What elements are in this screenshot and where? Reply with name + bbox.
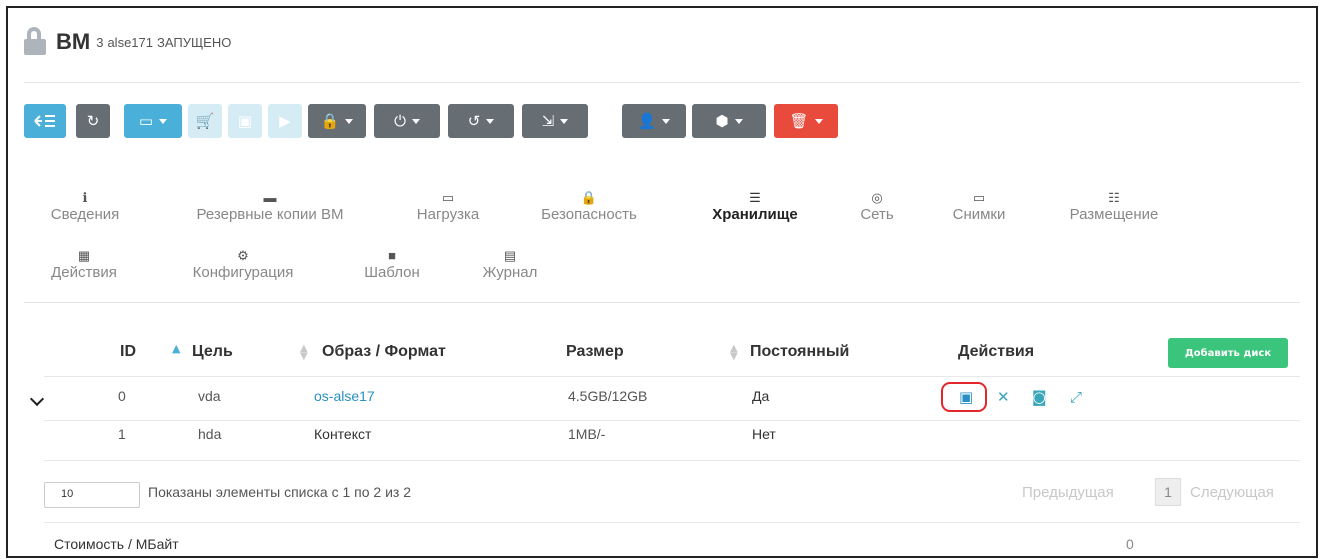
save-icon: ▣	[237, 112, 253, 130]
tab-storage[interactable]: ☰ Хранилище	[700, 190, 810, 223]
disk-persistent: Да	[752, 388, 770, 404]
divider	[44, 522, 1300, 523]
divider	[24, 302, 1300, 303]
console-dropdown-button[interactable]: ▭	[124, 104, 182, 138]
vm-name: alse171	[107, 34, 153, 50]
camera-icon[interactable]: ◙	[1032, 389, 1047, 405]
delete-dropdown-button[interactable]: 🗑	[774, 104, 838, 138]
lock-dropdown-button[interactable]: 🔒	[308, 104, 366, 138]
tab-network[interactable]: ◎ Сеть	[852, 190, 902, 223]
column-header-id[interactable]: ID	[120, 343, 136, 361]
tab-load[interactable]: ▭ Нагрузка	[402, 190, 494, 223]
next-page-link[interactable]: Следующая	[1190, 484, 1274, 501]
cost-label: Стоимость / МБайт	[54, 536, 179, 552]
tab-security[interactable]: 🔒 Безопасность	[524, 190, 654, 223]
info-icon: ℹ	[82, 190, 88, 205]
back-to-list-button[interactable]	[24, 104, 66, 138]
sort-icon: ▲ ▼	[300, 343, 308, 362]
disk-size: 4.5GB/12GB	[568, 388, 648, 404]
user-icon: 👤	[637, 112, 657, 130]
tab-configuration[interactable]: ⚙ Конфигурация	[176, 248, 310, 281]
disk-target: hda	[198, 426, 222, 442]
back-list-icon	[34, 115, 55, 127]
cart-icon: 🛒	[195, 112, 215, 130]
disk-id: 1	[118, 426, 126, 442]
tab-placement[interactable]: ☷ Размещение	[1058, 190, 1170, 223]
column-header-size[interactable]: Размер	[566, 343, 624, 361]
laptop-icon: ▭	[441, 190, 455, 205]
disk-persistent: Нет	[752, 426, 776, 442]
calendar-icon: ▦	[77, 248, 91, 263]
tab-backups[interactable]: ▬ Резервные копии ВМ	[176, 190, 364, 223]
page-size-select[interactable]: 10	[44, 482, 140, 508]
list-info: Показаны элементы списка с 1 по 2 из 2	[148, 484, 412, 500]
save-as-button[interactable]: ▣	[228, 104, 262, 138]
rotate-icon: ↺	[467, 112, 481, 130]
unlock-icon	[24, 27, 50, 57]
vm-title: ВМ	[56, 29, 91, 54]
trash-icon: 🗑	[789, 112, 809, 130]
column-header-persistent[interactable]: Постоянный	[750, 343, 849, 361]
disk-image: Контекст	[314, 426, 372, 442]
tab-actions[interactable]: ▦ Действия	[38, 248, 130, 281]
divider	[44, 420, 1300, 421]
cost-value: 0	[1126, 536, 1134, 552]
save-disk-icon[interactable]: ▣	[959, 389, 973, 405]
divider	[44, 376, 1300, 377]
sitemap-icon: ☷	[1108, 190, 1120, 205]
divider	[24, 82, 1300, 83]
vm-state-badge: ЗАПУЩЕНО	[157, 34, 232, 50]
user-dropdown-button[interactable]: 👤	[622, 104, 686, 138]
prev-page-link[interactable]: Предыдущая	[1022, 484, 1114, 501]
lock-icon: 🔒	[320, 112, 340, 130]
column-header-target[interactable]: Цель	[192, 343, 233, 361]
file-text-icon: ▤	[503, 248, 517, 263]
divider	[44, 460, 1300, 461]
refresh-icon: ↻	[86, 112, 100, 130]
labels-dropdown-button[interactable]: ⬢	[692, 104, 766, 138]
power-dropdown-button[interactable]: ⏻	[374, 104, 440, 138]
gear-icon: ⚙	[237, 248, 249, 263]
lock-icon: 🔒	[580, 190, 598, 205]
column-header-actions: Действия	[958, 343, 1035, 360]
disk-target: vda	[198, 388, 221, 404]
vm-header: ВМ 3 alse171 ЗАПУЩЕНО	[24, 22, 235, 62]
archive-icon: ▬	[263, 190, 277, 205]
column-header-image[interactable]: Образ / Формат	[322, 343, 446, 361]
page-number-button[interactable]: 1	[1155, 478, 1181, 506]
laptop-icon: ▭	[972, 190, 986, 205]
chevron-down-icon[interactable]	[29, 391, 45, 407]
tab-snapshots[interactable]: ▭ Снимки	[946, 190, 1012, 223]
power-icon: ⏻	[394, 112, 406, 130]
vm-detail-panel: ВМ 3 alse171 ЗАПУЩЕНО ↻ ▭ 🛒 ▣ ▶ 🔒 ⏻ ↺ ⇲ …	[6, 6, 1318, 558]
play-icon: ▶	[279, 112, 291, 130]
tab-template[interactable]: ■ Шаблон	[352, 248, 432, 281]
file-icon: ■	[388, 248, 396, 263]
globe-icon: ◎	[871, 190, 883, 205]
tags-icon: ⬢	[715, 112, 729, 130]
add-disk-button[interactable]: Добавить диск	[1168, 338, 1288, 368]
tab-info[interactable]: ℹ Сведения	[40, 190, 130, 223]
disk-image-link[interactable]: os-alse17	[314, 388, 375, 404]
resize-icon[interactable]: ⤢	[1070, 389, 1082, 405]
play-button[interactable]: ▶	[268, 104, 302, 138]
server-icon: ☰	[749, 190, 761, 205]
detach-disk-icon[interactable]: ✕	[997, 389, 1010, 405]
deploy-button[interactable]: 🛒	[188, 104, 222, 138]
sort-asc-icon: ▲	[172, 342, 181, 355]
tab-log[interactable]: ▤ Журнал	[470, 248, 550, 281]
migrate-dropdown-button[interactable]: ⇲	[522, 104, 588, 138]
share-icon: ⇲	[541, 112, 555, 130]
refresh-button[interactable]: ↻	[76, 104, 110, 138]
disk-size: 1MB/-	[568, 426, 606, 442]
reboot-dropdown-button[interactable]: ↺	[448, 104, 514, 138]
sort-icon: ▲ ▼	[730, 343, 738, 362]
vm-id: 3	[96, 34, 104, 50]
disk-id: 0	[118, 388, 126, 404]
monitor-icon: ▭	[138, 112, 154, 130]
